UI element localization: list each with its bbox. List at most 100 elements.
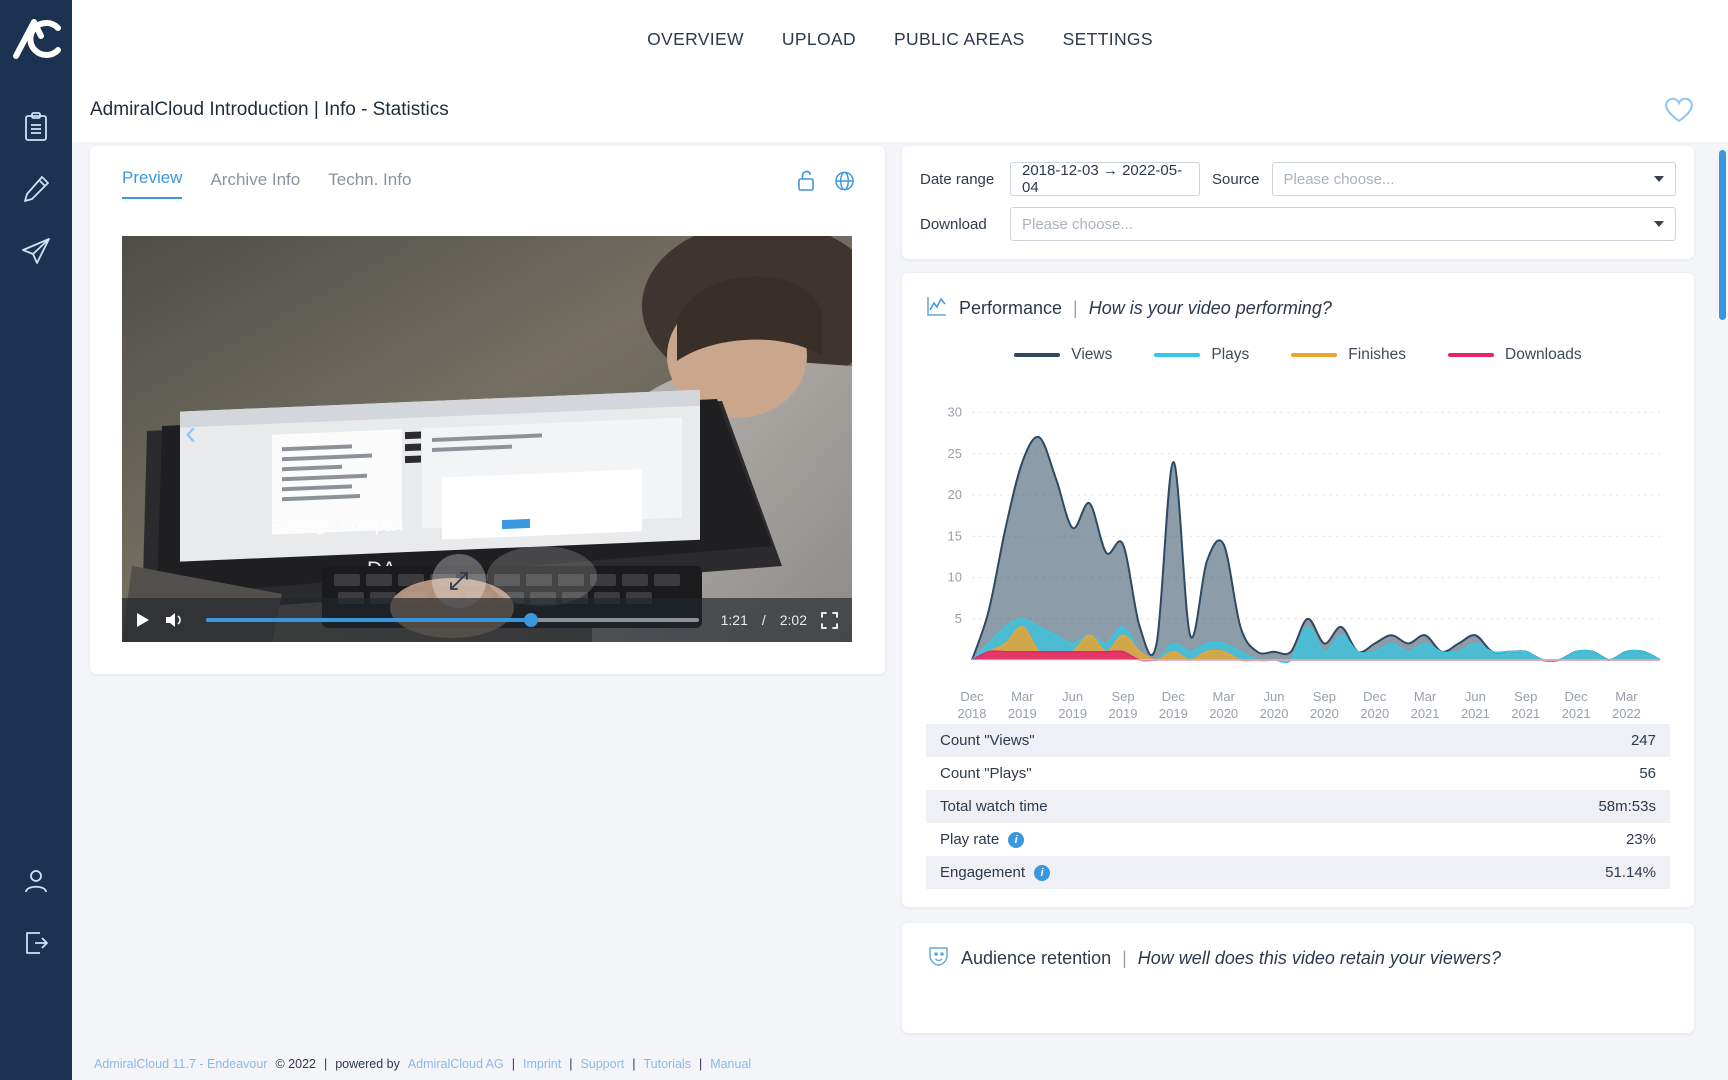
stat-label: Total watch time xyxy=(940,798,1048,815)
top-navigation-bar: OVERVIEW UPLOAD PUBLIC AREAS SETTINGS xyxy=(72,0,1728,78)
performance-title: Performance xyxy=(959,298,1062,319)
tab-techn-info[interactable]: Techn. Info xyxy=(328,170,411,199)
chart-y-tick: 25 xyxy=(948,446,962,461)
tab-preview[interactable]: Preview xyxy=(122,168,182,199)
legend-item-plays[interactable]: Plays xyxy=(1154,346,1249,364)
play-button[interactable] xyxy=(136,612,150,628)
chart-x-tick: Dec2020 xyxy=(1360,688,1389,722)
globe-icon[interactable] xyxy=(834,170,855,197)
footer-divider: | xyxy=(699,1057,702,1071)
stat-value: 247 xyxy=(1631,732,1656,749)
legend-item-downloads[interactable]: Downloads xyxy=(1448,346,1582,364)
legend-item-finishes[interactable]: Finishes xyxy=(1291,346,1406,364)
legend-swatch-plays xyxy=(1154,353,1200,357)
chevron-down-icon xyxy=(1654,176,1664,182)
legend-label-plays: Plays xyxy=(1211,346,1249,364)
unlock-icon[interactable] xyxy=(797,170,816,197)
video-frame: Footage Compan DA ADMIRAL xyxy=(122,236,852,642)
footer-version[interactable]: AdmiralCloud 11.7 - Endeavour xyxy=(94,1057,267,1071)
sidebar-item-user[interactable] xyxy=(19,864,53,898)
chart-x-tick: Jun2020 xyxy=(1260,688,1289,722)
admiralcloud-logo-icon[interactable] xyxy=(8,12,64,64)
statistics-table: Count "Views" 247 Count "Plays" 56 Total wat… xyxy=(926,724,1670,889)
sidebar-nav-bottom xyxy=(19,864,53,960)
chart-x-tick: Jun2021 xyxy=(1461,688,1490,722)
legend-swatch-finishes xyxy=(1291,353,1337,357)
retention-separator: | xyxy=(1122,948,1127,969)
chart-y-tick: 5 xyxy=(955,611,962,626)
tab-archive-info[interactable]: Archive Info xyxy=(210,170,300,199)
video-progress-fill xyxy=(206,618,531,622)
nav-settings[interactable]: SETTINGS xyxy=(1063,29,1153,50)
page-scrollbar[interactable] xyxy=(1719,150,1726,320)
chart-y-tick: 30 xyxy=(948,405,962,420)
stat-row: Play ratei23% xyxy=(926,823,1670,856)
nav-upload[interactable]: UPLOAD xyxy=(782,29,856,50)
chart-x-tick: Sep2020 xyxy=(1310,688,1339,722)
performance-card: Performance | How is your video performi… xyxy=(902,273,1694,907)
footer-link-imprint[interactable]: Imprint xyxy=(523,1057,561,1071)
video-progress-bar[interactable] xyxy=(206,618,699,622)
filter-row-bottom: Download Please choose... xyxy=(920,207,1676,241)
chart-y-tick: 10 xyxy=(948,570,962,585)
chart-y-tick: 15 xyxy=(948,528,962,543)
stat-value: 51.14% xyxy=(1605,864,1656,881)
footer-powered-by: powered by xyxy=(335,1057,400,1071)
sidebar-nav xyxy=(19,110,53,268)
left-sidebar xyxy=(0,0,72,1080)
chart-legend: Views Plays Finishes Downloads xyxy=(926,346,1670,364)
volume-icon[interactable] xyxy=(164,611,184,629)
source-select-value: Please choose... xyxy=(1284,171,1395,188)
chart-x-tick: Mar2019 xyxy=(1008,688,1037,722)
chart-x-tick: Dec2021 xyxy=(1562,688,1591,722)
info-icon[interactable]: i xyxy=(1008,832,1024,848)
favorite-heart-icon[interactable] xyxy=(1662,94,1696,130)
legend-item-views[interactable]: Views xyxy=(1014,346,1112,364)
performance-chart-icon xyxy=(926,295,948,322)
preview-card: Preview Archive Info Techn. Info xyxy=(90,146,885,674)
statistics-column: Date range 2018-12-03 → 2022-05-04 Sourc… xyxy=(902,146,1694,1033)
chart-x-tick: Sep2019 xyxy=(1109,688,1138,722)
footer-divider: | xyxy=(569,1057,572,1071)
footer-link-support[interactable]: Support xyxy=(580,1057,624,1071)
stat-row: Total watch time 58m:53s xyxy=(926,790,1670,823)
preview-prev-arrow[interactable]: ‹ xyxy=(185,414,196,453)
sidebar-item-clipboard[interactable] xyxy=(19,110,53,144)
footer-link-tutorials[interactable]: Tutorials xyxy=(643,1057,690,1071)
stat-value: 58m:53s xyxy=(1598,798,1656,815)
chart-area-views xyxy=(972,437,1660,661)
chart-x-tick: Dec2019 xyxy=(1159,688,1188,722)
download-select[interactable]: Please choose... xyxy=(1010,207,1676,241)
page-header: AdmiralCloud Introduction | Info - Stati… xyxy=(72,78,1728,142)
footer-link-manual[interactable]: Manual xyxy=(710,1057,751,1071)
stat-label: Count "Plays" xyxy=(940,765,1032,782)
stat-label: Engagementi xyxy=(940,864,1050,881)
preview-tabs: Preview Archive Info Techn. Info xyxy=(90,146,885,199)
app-root: › OVERVIEW UPLOAD PUBLIC AREAS SETTINGS … xyxy=(0,0,1728,1080)
nav-public-areas[interactable]: PUBLIC AREAS xyxy=(894,29,1025,50)
stat-value: 56 xyxy=(1639,765,1656,782)
source-select[interactable]: Please choose... xyxy=(1272,162,1676,196)
stat-label: Count "Views" xyxy=(940,732,1035,749)
footer-copyright: © 2022 xyxy=(275,1057,316,1071)
sidebar-item-pencil[interactable] xyxy=(19,172,53,206)
page-title: AdmiralCloud Introduction | Info - Stati… xyxy=(90,99,449,121)
download-label: Download xyxy=(920,216,998,233)
chart-x-tick: Jun2019 xyxy=(1058,688,1087,722)
audience-retention-card: Audience retention | How well does this … xyxy=(902,923,1694,1033)
sidebar-item-send[interactable] xyxy=(19,234,53,268)
chart-x-tick: Mar2021 xyxy=(1411,688,1440,722)
svg-text:Footage Compan: Footage Compan xyxy=(272,516,403,535)
preview-toolbar xyxy=(797,170,855,197)
info-icon[interactable]: i xyxy=(1034,865,1050,881)
video-player[interactable]: Footage Compan DA ADMIRAL xyxy=(122,236,852,642)
sidebar-item-logout[interactable] xyxy=(19,926,53,960)
nav-overview[interactable]: OVERVIEW xyxy=(647,29,744,50)
fullscreen-icon[interactable] xyxy=(821,612,838,629)
footer-company-link[interactable]: AdmiralCloud AG xyxy=(408,1057,504,1071)
date-range-input[interactable]: 2018-12-03 → 2022-05-04 xyxy=(1010,162,1200,196)
video-progress-knob[interactable] xyxy=(524,613,538,627)
stat-row: Count "Plays" 56 xyxy=(926,757,1670,790)
legend-label-finishes: Finishes xyxy=(1348,346,1406,364)
chart-x-tick: Dec2018 xyxy=(958,688,987,722)
